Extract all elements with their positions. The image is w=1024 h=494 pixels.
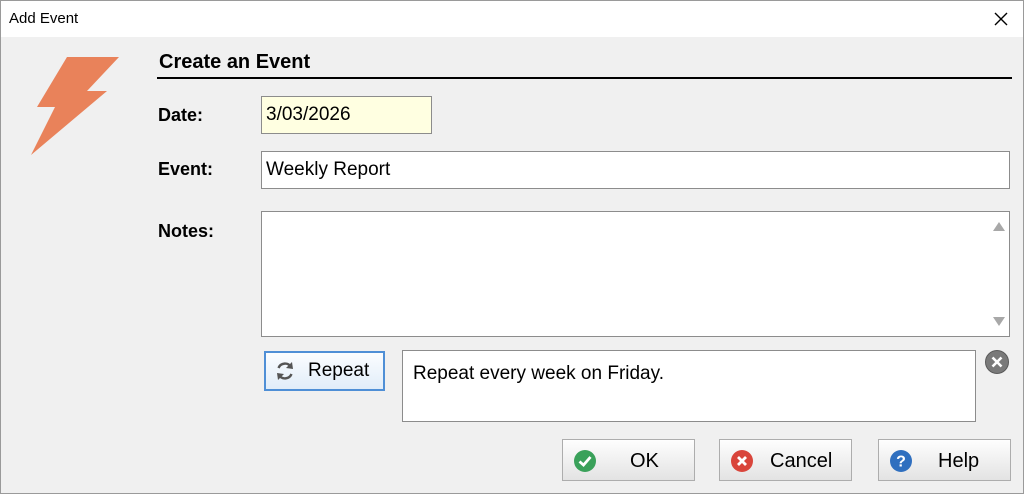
add-event-dialog: Add Event Create an Event Date: Event: N… <box>0 0 1024 494</box>
repeat-button-label: Repeat <box>308 360 370 381</box>
checkmark-icon <box>574 450 596 472</box>
close-icon <box>994 12 1008 26</box>
close-button[interactable] <box>989 7 1013 31</box>
help-button[interactable]: ? Help <box>878 439 1011 481</box>
window-title: Add Event <box>9 10 79 27</box>
cancel-button[interactable]: Cancel <box>719 439 852 481</box>
notes-field[interactable] <box>262 212 994 340</box>
repeat-button[interactable]: Repeat <box>264 351 385 391</box>
clear-icon[interactable] <box>984 349 1010 375</box>
notes-area <box>261 211 1010 340</box>
repeat-summary: Repeat every week on Friday. <box>402 350 976 422</box>
form-heading: Create an Event <box>159 51 311 73</box>
cancel-x-icon <box>731 450 753 472</box>
help-question-icon: ? <box>890 450 912 472</box>
event-label: Event: <box>158 159 214 179</box>
notes-scrollbar[interactable] <box>989 212 1009 336</box>
event-field[interactable] <box>261 151 1010 189</box>
refresh-icon <box>277 362 293 380</box>
scroll-up-arrow-icon[interactable] <box>993 222 1005 231</box>
date-field[interactable] <box>261 96 432 134</box>
help-button-label: Help <box>938 450 980 472</box>
cancel-button-label: Cancel <box>770 450 833 472</box>
ok-button[interactable]: OK <box>562 439 695 481</box>
lightning-bolt-icon <box>31 57 119 155</box>
notes-label: Notes: <box>158 221 215 241</box>
heading-divider <box>157 77 1012 79</box>
scroll-down-arrow-icon[interactable] <box>993 317 1005 326</box>
svg-text:?: ? <box>896 454 906 471</box>
ok-button-label: OK <box>630 450 659 472</box>
date-label: Date: <box>158 105 204 125</box>
title-bar: Add Event <box>1 1 1023 37</box>
